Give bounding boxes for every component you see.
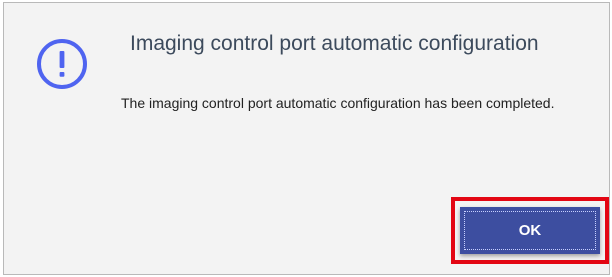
dialog-title: Imaging control port automatic configura… bbox=[130, 32, 539, 55]
ok-button[interactable]: OK bbox=[460, 207, 600, 254]
dialog-message: The imaging control port automatic confi… bbox=[121, 95, 555, 111]
ok-button-label: OK bbox=[518, 222, 542, 239]
exclamation-circle-icon bbox=[31, 33, 93, 95]
